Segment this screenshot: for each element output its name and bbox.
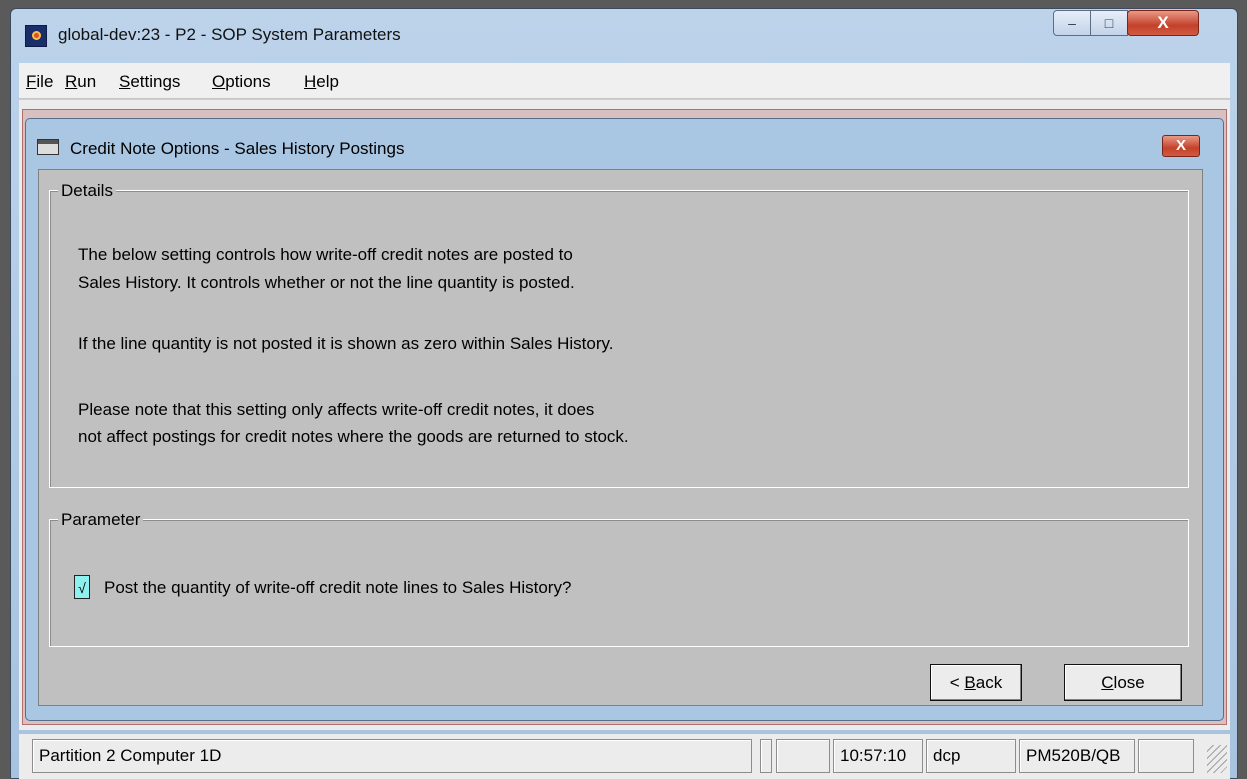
back-button[interactable]: < Back bbox=[930, 664, 1022, 701]
window-title: global-dev:23 - P2 - SOP System Paramete… bbox=[58, 25, 401, 44]
details-text-line: Please note that this setting only affec… bbox=[78, 400, 595, 419]
menu-options[interactable]: Options bbox=[212, 72, 271, 92]
dialog-icon bbox=[37, 139, 59, 155]
menu-help[interactable]: Help bbox=[304, 72, 339, 92]
parameter-group-label: Parameter bbox=[58, 510, 144, 530]
menu-settings[interactable]: Settings bbox=[119, 72, 180, 92]
post-quantity-label[interactable]: Post the quantity of write-off credit no… bbox=[104, 578, 571, 598]
status-user: dcp bbox=[926, 739, 1016, 773]
status-cell-empty bbox=[760, 739, 772, 773]
status-time: 10:57:10 bbox=[833, 739, 923, 773]
minimize-button[interactable]: – bbox=[1053, 10, 1091, 36]
maximize-button[interactable]: □ bbox=[1090, 10, 1128, 36]
menu-run[interactable]: Run bbox=[65, 72, 96, 92]
details-text-line: Sales History. It controls whether or no… bbox=[78, 273, 575, 292]
post-quantity-checkbox[interactable]: √ bbox=[74, 575, 90, 599]
menu-bar: File Run Settings Options Help bbox=[19, 63, 1230, 99]
status-program: PM520B/QB bbox=[1019, 739, 1135, 773]
resize-grip-icon[interactable] bbox=[1207, 745, 1227, 773]
details-text-line: not affect postings for credit notes whe… bbox=[78, 427, 629, 446]
status-cell-empty bbox=[776, 739, 830, 773]
app-icon bbox=[25, 25, 47, 47]
details-group-label: Details bbox=[58, 181, 116, 201]
details-text-line: The below setting controls how write-off… bbox=[78, 245, 573, 264]
close-button[interactable]: Close bbox=[1064, 664, 1182, 701]
close-window-button[interactable]: X bbox=[1127, 10, 1199, 36]
status-location: Partition 2 Computer 1D bbox=[32, 739, 752, 773]
status-cell-empty bbox=[1138, 739, 1194, 773]
dialog-close-button[interactable]: X bbox=[1162, 135, 1200, 157]
dialog-title: Credit Note Options - Sales History Post… bbox=[70, 139, 405, 158]
menu-file[interactable]: File bbox=[26, 72, 53, 92]
details-text-line: If the line quantity is not posted it is… bbox=[78, 334, 614, 353]
